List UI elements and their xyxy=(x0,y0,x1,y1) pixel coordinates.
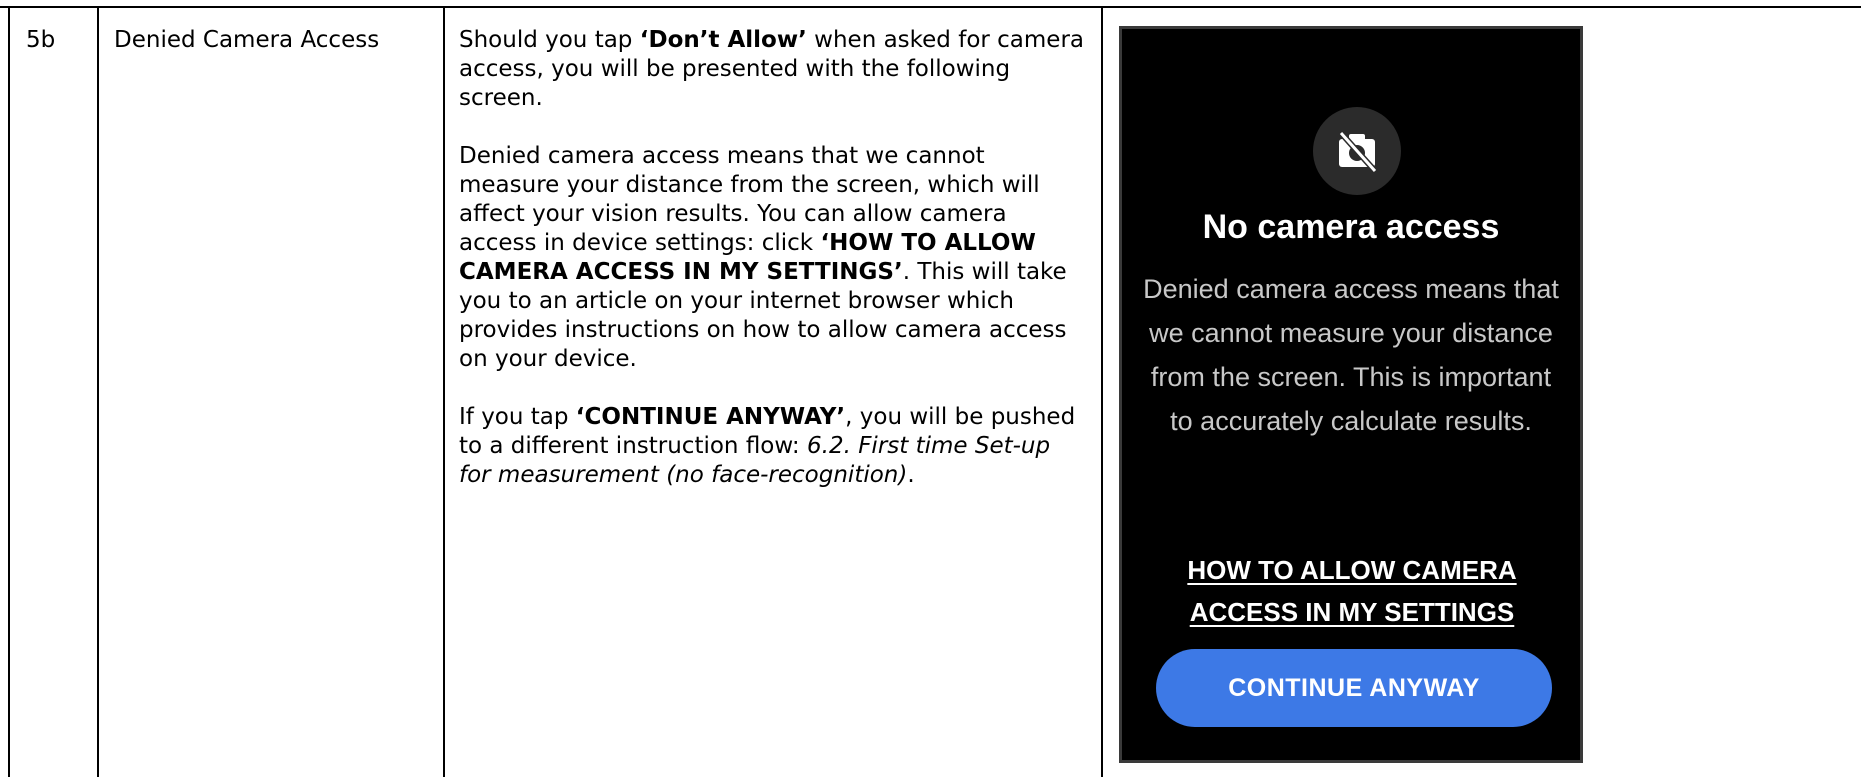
step-description: Should you tap ‘Don’t Allow’ when asked … xyxy=(459,26,1089,519)
instruction-table: 5b Denied Camera Access Should you tap ‘… xyxy=(0,0,1861,777)
camera-off-icon xyxy=(1313,107,1401,195)
description-paragraph: Denied camera access means that we canno… xyxy=(459,142,1089,374)
bold-text: ‘CONTINUE ANYWAY’ xyxy=(575,404,846,430)
screen-message: Denied camera access means that we canno… xyxy=(1143,274,1559,436)
column-divider xyxy=(443,6,445,777)
allow-camera-link[interactable]: HOW TO ALLOW CAMERA ACCESS IN MY SETTING… xyxy=(1152,549,1552,633)
table-top-border xyxy=(0,6,1861,8)
text: If you tap xyxy=(459,404,576,430)
table-left-border xyxy=(8,6,10,777)
text: . xyxy=(907,462,915,488)
screen-title: No camera access xyxy=(1202,208,1500,246)
app-screenshot: No camera access Denied camera access me… xyxy=(1119,26,1583,763)
step-name: Denied Camera Access xyxy=(114,27,380,53)
continue-anyway-button[interactable]: CONTINUE ANYWAY xyxy=(1156,649,1552,727)
column-divider xyxy=(97,6,99,777)
text: Should you tap xyxy=(459,27,640,53)
step-number: 5b xyxy=(26,27,56,53)
bold-text: ‘Don’t Allow’ xyxy=(639,27,807,53)
description-paragraph: If you tap ‘CONTINUE ANYWAY’, you will b… xyxy=(459,403,1089,490)
description-paragraph: Should you tap ‘Don’t Allow’ when asked … xyxy=(459,26,1089,113)
column-divider xyxy=(1101,6,1103,777)
